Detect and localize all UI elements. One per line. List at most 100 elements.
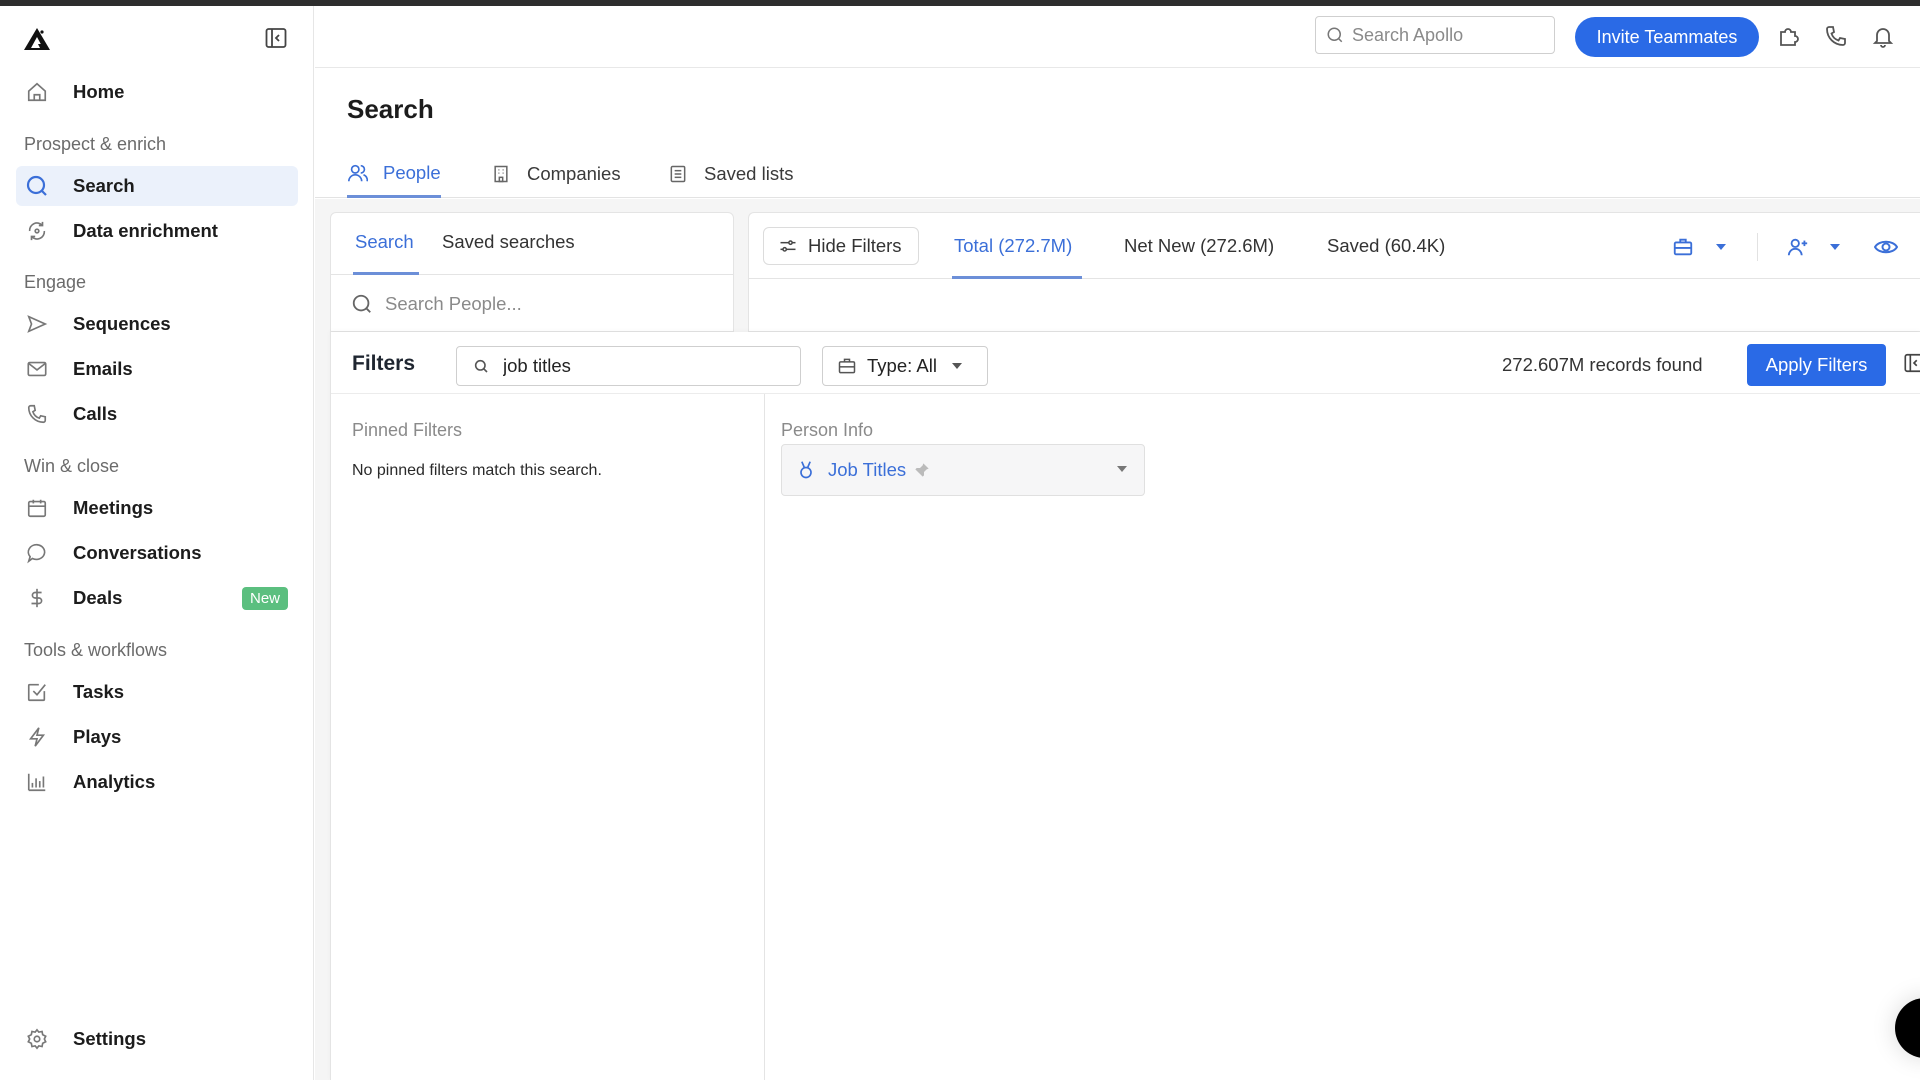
sidebar-item-conversations[interactable]: Conversations bbox=[16, 533, 298, 573]
apollo-logo[interactable] bbox=[22, 26, 52, 52]
bar-chart-icon bbox=[25, 770, 49, 794]
hide-filters-button[interactable]: Hide Filters bbox=[763, 227, 919, 265]
search-panel-tabs: Search Saved searches bbox=[331, 213, 733, 275]
pin-icon[interactable] bbox=[914, 462, 930, 478]
sidebar-item-home[interactable]: Home bbox=[16, 72, 298, 112]
briefcase-icon bbox=[838, 358, 856, 374]
sidebar-item-label: Data enrichment bbox=[73, 220, 218, 241]
tab-label: People bbox=[383, 161, 441, 183]
apply-filters-button[interactable]: Apply Filters bbox=[1747, 344, 1886, 386]
filter-search-field[interactable] bbox=[456, 346, 801, 386]
tab-companies[interactable]: Companies bbox=[491, 150, 621, 198]
sidebar-item-label: Search bbox=[73, 175, 135, 196]
records-found-count: 272.607M records found bbox=[1502, 354, 1703, 375]
search-panel: Search Saved searches Search People... bbox=[330, 212, 734, 332]
job-titles-label: Job Titles bbox=[828, 459, 907, 480]
enrichment-icon bbox=[25, 219, 49, 243]
top-header: Search Apollo Invite Teammates bbox=[315, 6, 1920, 68]
sidebar-item-settings[interactable]: Settings bbox=[16, 1019, 298, 1059]
tab-label: Saved lists bbox=[704, 163, 794, 184]
sidebar-item-label: Plays bbox=[73, 726, 122, 747]
search-icon bbox=[352, 294, 371, 313]
building-icon bbox=[491, 163, 513, 185]
sidebar-item-sequences[interactable]: Sequences bbox=[16, 304, 298, 344]
pinned-filters-empty-message: No pinned filters match this search. bbox=[352, 462, 602, 479]
collapse-panel-icon[interactable] bbox=[1903, 352, 1920, 376]
tab-label: Companies bbox=[527, 163, 621, 184]
people-icon bbox=[347, 162, 369, 184]
pinned-filters-title: Pinned Filters bbox=[352, 420, 463, 440]
sidebar-item-label: Home bbox=[73, 81, 125, 102]
sidebar-item-label: Deals bbox=[73, 587, 123, 608]
tab-saved-lists[interactable]: Saved lists bbox=[668, 150, 793, 198]
task-checkbox-icon bbox=[25, 680, 49, 704]
filters-bar: Filters Type: All 272.607M records found… bbox=[331, 332, 1920, 394]
tab-people[interactable]: People bbox=[347, 150, 441, 198]
sidebar-item-emails[interactable]: Emails bbox=[16, 349, 298, 389]
section-label-tools: Tools & workflows bbox=[24, 640, 168, 660]
sidebar-item-label: Conversations bbox=[73, 542, 202, 563]
sidebar: Home Prospect & enrich Search Data enric… bbox=[0, 6, 314, 1080]
collapse-sidebar-icon[interactable] bbox=[264, 26, 290, 52]
sidebar-item-plays[interactable]: Plays bbox=[16, 717, 298, 757]
sidebar-item-label: Emails bbox=[73, 358, 133, 379]
caret-down-icon[interactable] bbox=[1709, 235, 1733, 259]
list-icon bbox=[668, 163, 690, 185]
toolbar-divider bbox=[1757, 233, 1758, 261]
sidebar-item-analytics[interactable]: Analytics bbox=[16, 762, 298, 802]
caret-down-icon[interactable] bbox=[1823, 235, 1847, 259]
section-label-win-close: Win & close bbox=[24, 456, 120, 476]
filters-title: Filters bbox=[352, 352, 416, 375]
caret-down-icon bbox=[1117, 466, 1127, 472]
search-people-placeholder: Search People... bbox=[385, 293, 522, 314]
extension-icon[interactable] bbox=[1777, 24, 1803, 50]
filter-search-input[interactable] bbox=[503, 355, 783, 377]
sidebar-item-search[interactable]: Search bbox=[16, 166, 298, 206]
medal-icon bbox=[800, 461, 812, 479]
active-tab-indicator bbox=[952, 276, 1082, 279]
hide-filters-label: Hide Filters bbox=[808, 235, 902, 256]
lightning-icon bbox=[25, 725, 49, 749]
tab-saved[interactable]: Saved (60.4K) bbox=[1327, 235, 1445, 257]
tab-saved-searches[interactable]: Saved searches bbox=[442, 231, 575, 253]
main-tabs: People Companies Saved lists bbox=[315, 140, 1920, 198]
person-info-title: Person Info bbox=[781, 420, 874, 440]
tab-net-new[interactable]: Net New (272.6M) bbox=[1124, 235, 1274, 257]
tab-total[interactable]: Total (272.7M) bbox=[954, 235, 1072, 257]
eye-icon[interactable] bbox=[1874, 235, 1898, 259]
results-toolbar: Hide Filters Total (272.7M) Net New (272… bbox=[749, 213, 1920, 279]
sidebar-item-label: Settings bbox=[73, 1028, 146, 1049]
job-titles-filter[interactable]: Job Titles bbox=[781, 444, 1145, 496]
invite-teammates-button[interactable]: Invite Teammates bbox=[1575, 17, 1759, 57]
bell-icon[interactable] bbox=[1871, 24, 1897, 50]
sidebar-item-deals[interactable]: Deals New bbox=[16, 578, 298, 618]
search-people-input[interactable]: Search People... bbox=[331, 275, 733, 333]
sliders-icon bbox=[780, 240, 796, 252]
type-filter-dropdown[interactable]: Type: All bbox=[822, 346, 988, 386]
active-tab-indicator bbox=[353, 272, 419, 275]
sidebar-item-calls[interactable]: Calls bbox=[16, 394, 298, 434]
send-icon bbox=[25, 312, 49, 336]
gear-icon bbox=[25, 1027, 49, 1051]
global-search-input[interactable]: Search Apollo bbox=[1315, 16, 1555, 54]
search-icon bbox=[474, 359, 488, 373]
dollar-icon bbox=[25, 586, 49, 610]
phone-icon bbox=[25, 402, 49, 426]
chat-bubble-icon bbox=[25, 541, 49, 565]
section-label-prospect: Prospect & enrich bbox=[24, 134, 167, 154]
search-icon bbox=[1327, 27, 1343, 43]
search-icon bbox=[25, 174, 49, 198]
sidebar-item-label: Meetings bbox=[73, 497, 154, 518]
phone-icon[interactable] bbox=[1824, 24, 1850, 50]
new-badge: New bbox=[241, 586, 288, 610]
sidebar-item-tasks[interactable]: Tasks bbox=[16, 672, 298, 712]
sidebar-item-label: Sequences bbox=[73, 313, 171, 334]
tab-search[interactable]: Search bbox=[355, 231, 414, 253]
add-person-icon[interactable] bbox=[1786, 235, 1810, 259]
sidebar-item-label: Calls bbox=[73, 403, 118, 424]
sidebar-item-label: Analytics bbox=[73, 771, 156, 792]
briefcase-icon[interactable] bbox=[1671, 235, 1695, 259]
sidebar-item-meetings[interactable]: Meetings bbox=[16, 488, 298, 528]
sidebar-item-data-enrichment[interactable]: Data enrichment bbox=[16, 211, 298, 251]
home-icon bbox=[25, 80, 49, 104]
